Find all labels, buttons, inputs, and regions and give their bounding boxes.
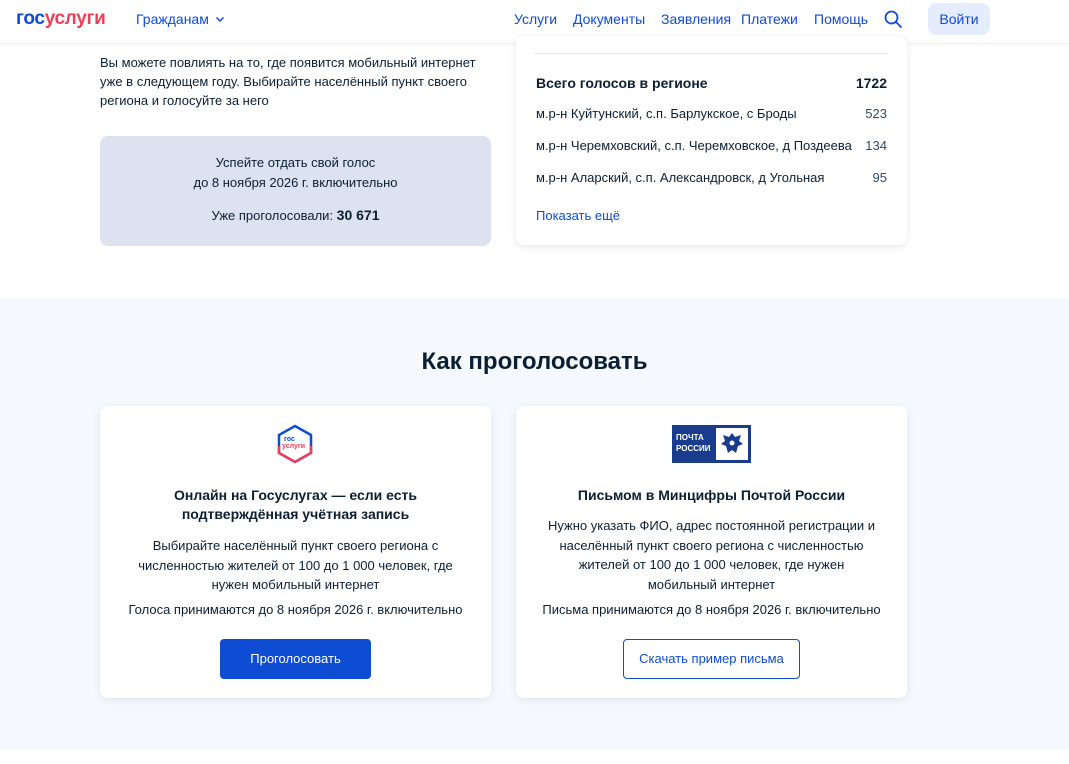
gosuslugi-logo[interactable]: госуслуги <box>16 8 106 30</box>
mail-card-text: Нужно указать ФИО, адрес постоянной реги… <box>547 518 876 592</box>
list-item: м.р-н Аларский, с.п. Александровск, д Уг… <box>536 170 887 185</box>
nav-payments[interactable]: Платежи <box>741 11 798 27</box>
show-more-link[interactable]: Показать ещё <box>536 208 620 223</box>
list-item: м.р-н Куйтунский, с.п. Барлукское, с Бро… <box>536 106 887 121</box>
online-card-text: Выбирайте населённый пункт своего регион… <box>138 538 453 592</box>
voted-count-line: Уже проголосовали: 30 671 <box>100 207 491 223</box>
place-votes: 95 <box>872 170 887 185</box>
citizens-label: Гражданам <box>136 11 209 27</box>
russian-post-logo: ПОЧТА РОССИИ <box>672 425 751 463</box>
eagle-emblem-icon <box>716 428 748 460</box>
mail-vote-card: ПОЧТА РОССИИ Письмом в Минцифры Почтой Р… <box>516 406 907 698</box>
deadline-line1: Успейте отдать свой голос <box>215 155 376 170</box>
gosuslugi-logo: гос услуги <box>277 424 313 464</box>
citizens-dropdown[interactable]: Гражданам <box>136 11 225 27</box>
logo-gos-text: гос <box>16 8 45 29</box>
online-card-title: Онлайн на Госуслугах — если есть подтвер… <box>173 487 418 522</box>
list-item: м.р-н Черемховский, с.п. Черемховское, д… <box>536 138 887 153</box>
nav-documents[interactable]: Документы <box>573 11 645 27</box>
voted-count: 30 671 <box>336 207 380 223</box>
mail-card-deadline: Письма принимаются до 8 ноября 2026 г. в… <box>542 602 881 617</box>
online-vote-card: гос услуги Онлайн на Госуслугах — если е… <box>100 406 491 698</box>
section-title: Как проголосовать <box>421 348 648 375</box>
post-logo-text: ПОЧТА РОССИИ <box>676 433 711 453</box>
nav-services[interactable]: Услуги <box>514 11 557 27</box>
logo-bottom-text: услуги <box>282 443 305 450</box>
deadline-line2: до 8 ноября 2026 г. включительно <box>193 175 398 190</box>
logo-top-text: гос <box>284 436 295 443</box>
how-to-vote-section: Как проголосовать гос услуги Онлайн на Г… <box>0 298 1069 750</box>
place-name: м.р-н Черемховский, с.п. Черемховское, д… <box>536 138 852 153</box>
region-votes-card: Всего голосов в регионе 1722 м.р-н Куйту… <box>516 36 907 245</box>
nav-help[interactable]: Помощь <box>814 11 868 27</box>
chevron-down-icon <box>215 16 224 23</box>
place-name: м.р-н Аларский, с.п. Александровск, д Уг… <box>536 170 825 185</box>
votes-total-label: Всего голосов в регионе <box>536 75 708 91</box>
logo-uslugi-text: услуги <box>44 8 106 29</box>
search-icon[interactable] <box>883 9 903 29</box>
divider <box>535 53 888 54</box>
nav-applications[interactable]: Заявления <box>661 11 731 27</box>
place-votes: 523 <box>865 106 887 121</box>
intro-text: Вы можете повлиять на то, где появится м… <box>100 55 476 108</box>
place-votes: 134 <box>865 138 887 153</box>
voted-label: Уже проголосовали: <box>211 208 337 223</box>
votes-total-value: 1722 <box>855 75 887 91</box>
download-letter-button[interactable]: Скачать пример письма <box>623 639 800 679</box>
place-name: м.р-н Куйтунский, с.п. Барлукское, с Бро… <box>536 106 797 121</box>
login-button[interactable]: Войти <box>928 3 990 35</box>
deadline-banner: Успейте отдать свой голос до 8 ноября 20… <box>100 136 491 246</box>
online-card-deadline: Голоса принимаются до 8 ноября 2026 г. в… <box>128 602 463 617</box>
mail-card-title: Письмом в Минцифры Почтой России <box>577 487 846 503</box>
vote-button[interactable]: Проголосовать <box>220 639 371 679</box>
